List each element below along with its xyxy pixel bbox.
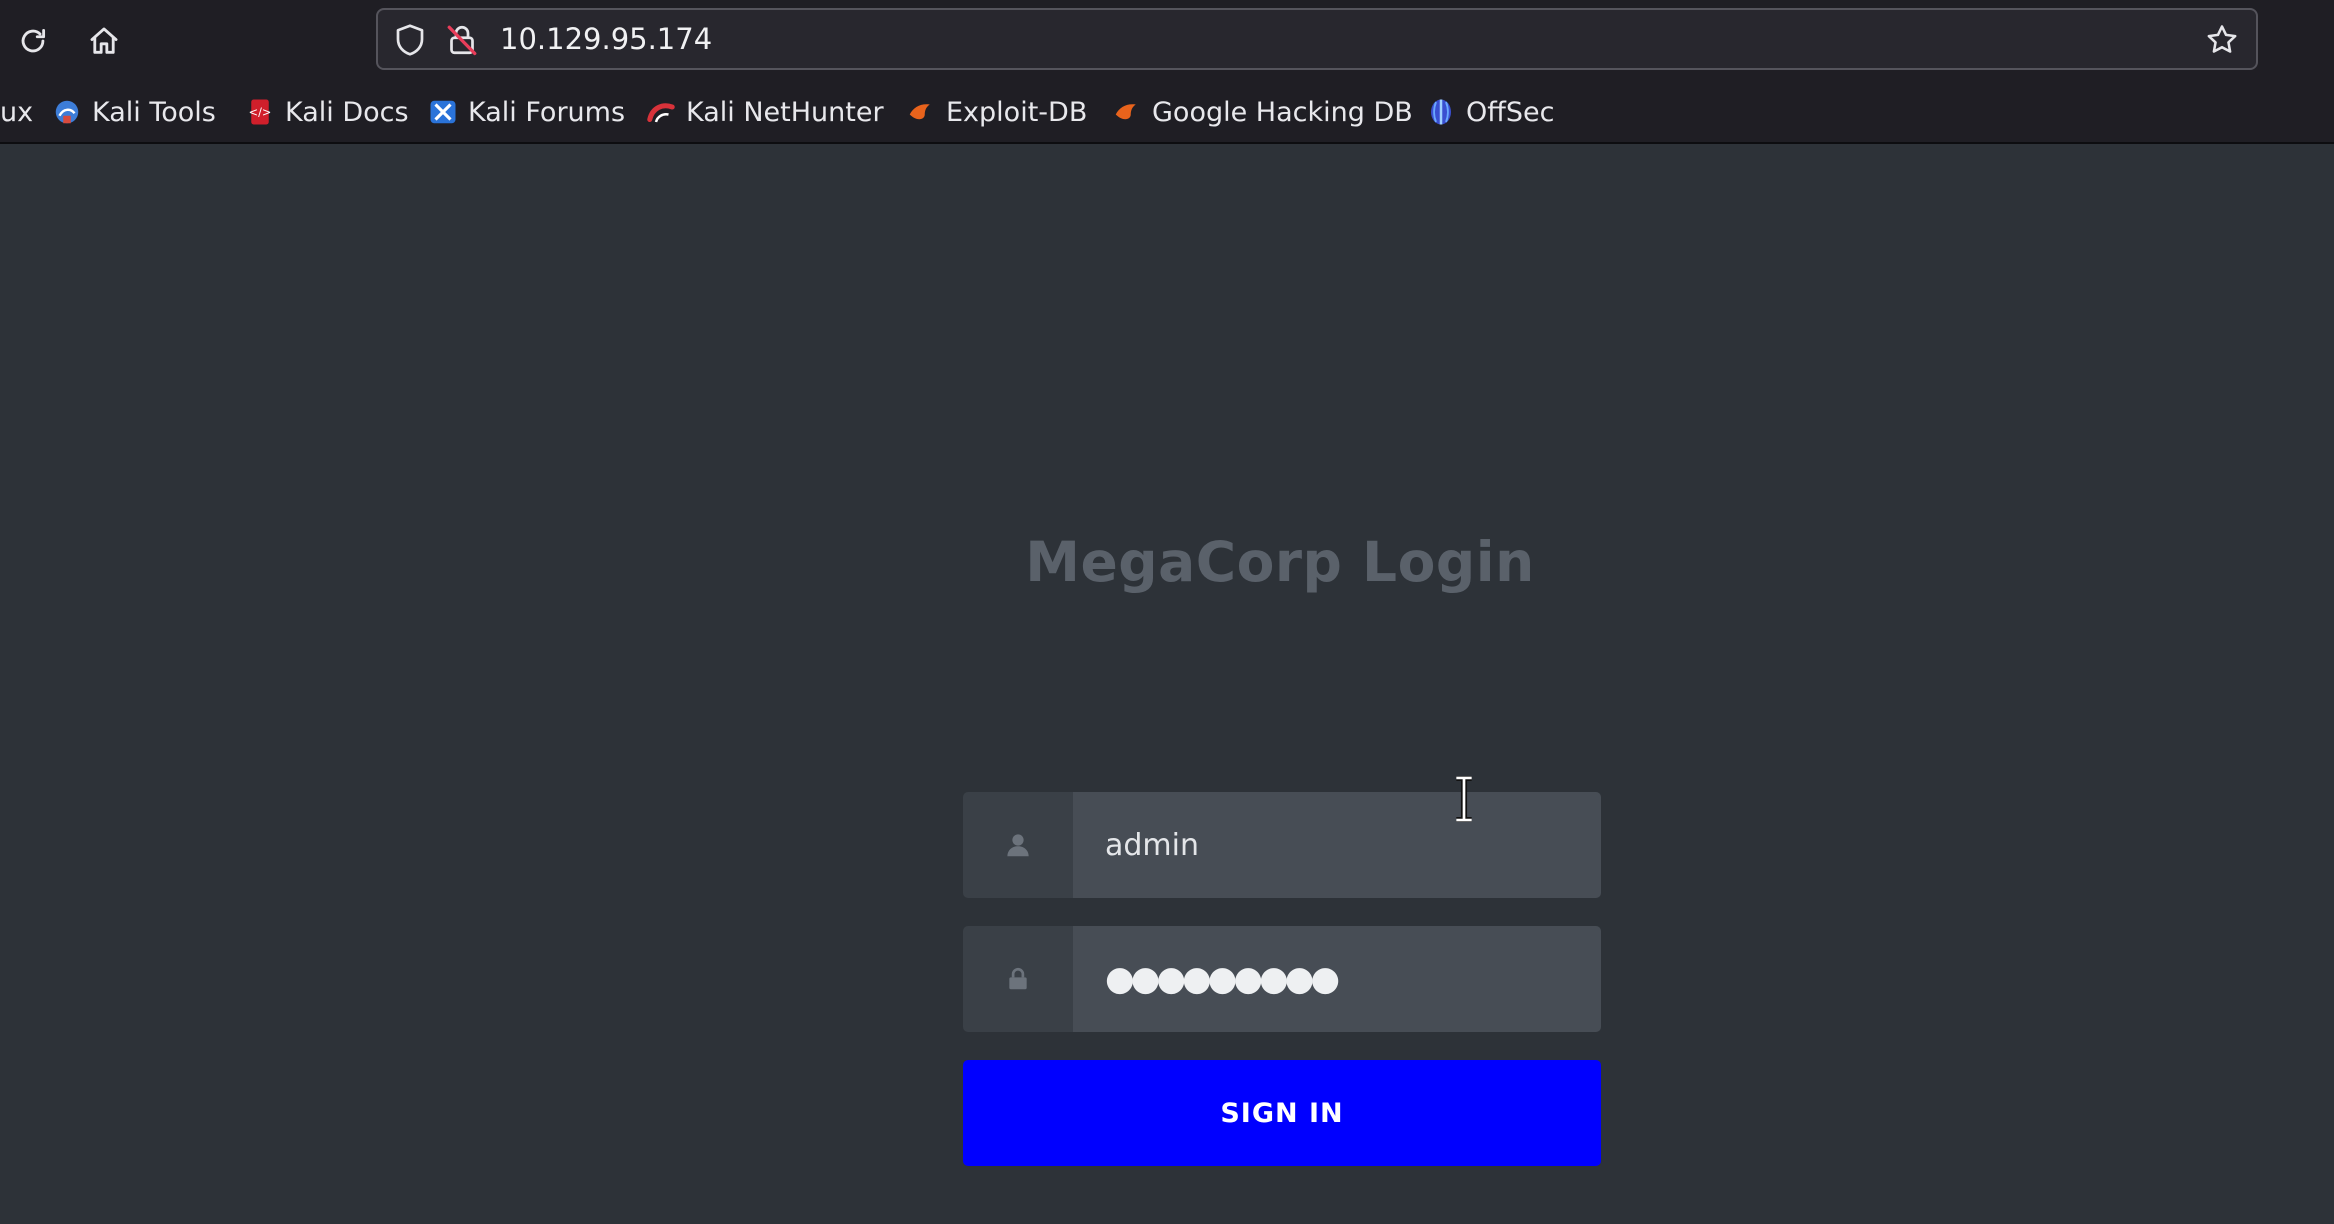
url-bar[interactable]: 10.129.95.174 — [376, 8, 2258, 70]
lock-icon — [1009, 967, 1027, 990]
insecure-lock-icon[interactable] — [444, 22, 480, 58]
shield-icon[interactable] — [392, 22, 428, 58]
exploit-db-icon — [909, 104, 930, 120]
username-addon — [963, 792, 1073, 898]
url-text[interactable]: 10.129.95.174 — [500, 10, 712, 68]
reload-icon — [21, 28, 46, 53]
home-button[interactable] — [75, 12, 133, 70]
text-cursor-icon — [1456, 776, 1472, 822]
ghdb-icon — [1115, 104, 1136, 120]
bookmarks-toolbar: ux Kali Tools </> Kali Docs Kali Forums … — [0, 82, 2334, 144]
svg-text:</>: </> — [249, 106, 272, 119]
kali-tools-icon — [55, 100, 79, 124]
login-title: MegaCorp Login — [1025, 530, 1535, 594]
password-addon — [963, 926, 1073, 1032]
bookmark-star-icon[interactable] — [2204, 22, 2240, 58]
kali-docs-icon: </> — [249, 99, 272, 125]
home-icon — [90, 27, 118, 54]
bookmark-kali-docs[interactable]: </> Kali Docs — [245, 82, 409, 142]
user-icon — [1007, 834, 1029, 857]
bookmark-exploit-db[interactable]: Exploit-DB — [906, 82, 1087, 142]
browser-toolbar: 10.129.95.174 — [0, 0, 2334, 82]
bookmark-kali-tools[interactable]: Kali Tools — [52, 82, 216, 142]
kali-nethunter-icon — [647, 103, 675, 123]
kali-forums-icon — [430, 100, 456, 124]
username-field — [963, 792, 1601, 898]
offsec-icon — [1431, 99, 1451, 125]
username-input[interactable] — [1073, 792, 1601, 898]
reload-button[interactable] — [4, 12, 62, 70]
bookmark-google-hacking-db[interactable]: Google Hacking DB — [1112, 82, 1413, 142]
bookmark-offsec[interactable]: OffSec — [1426, 82, 1554, 142]
bookmark-kali-nethunter[interactable]: Kali NetHunter — [646, 82, 884, 142]
password-field: ●●●●●●●●● — [963, 926, 1601, 1032]
bookmark-partial[interactable]: ux — [0, 82, 33, 142]
bookmark-kali-forums[interactable]: Kali Forums — [428, 82, 625, 142]
sign-in-button[interactable]: SIGN IN — [963, 1060, 1601, 1166]
password-input[interactable]: ●●●●●●●●● — [1073, 926, 1601, 1032]
